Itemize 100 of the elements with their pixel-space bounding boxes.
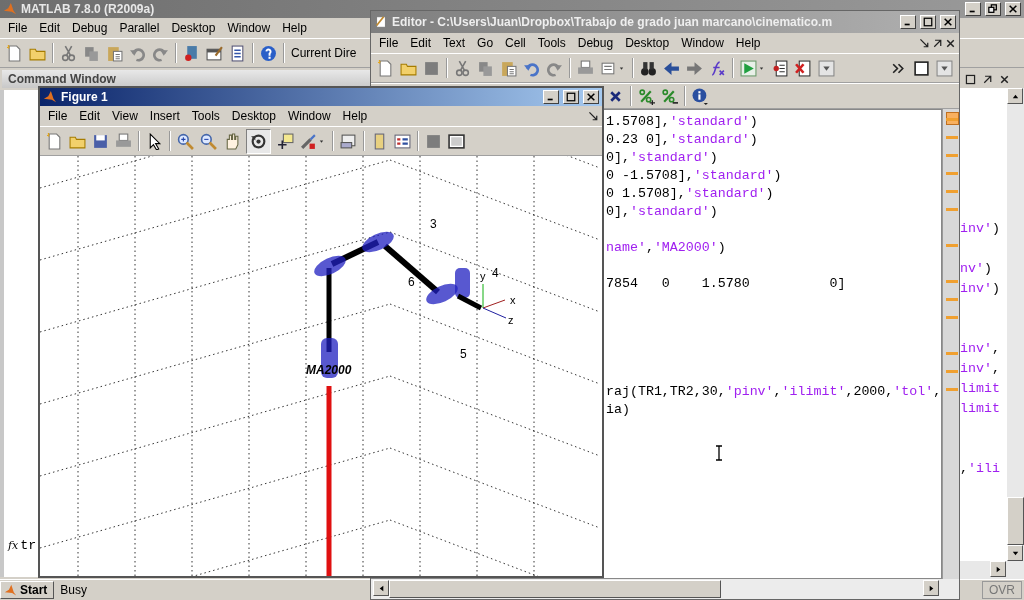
menu-item[interactable]: Go bbox=[471, 36, 500, 50]
scroll-left-button[interactable] bbox=[373, 580, 389, 596]
menu-item[interactable]: Edit bbox=[73, 109, 107, 123]
dropdown-icon[interactable] bbox=[936, 59, 953, 77]
scroll-up-button[interactable] bbox=[1007, 88, 1023, 104]
warning-marker[interactable] bbox=[946, 190, 959, 193]
scroll-down-button[interactable] bbox=[1007, 545, 1023, 561]
paste-icon[interactable] bbox=[106, 44, 123, 62]
function-prompt-icon[interactable]: fx bbox=[8, 539, 19, 552]
maximize-button[interactable] bbox=[985, 2, 1001, 16]
menu-item[interactable]: Help bbox=[276, 21, 313, 35]
save-icon[interactable] bbox=[92, 132, 109, 150]
function-icon[interactable] bbox=[709, 59, 726, 77]
clear-breakpoint-icon[interactable] bbox=[795, 59, 812, 77]
menu-item[interactable]: Debug bbox=[571, 36, 620, 50]
menu-item[interactable]: Text bbox=[437, 36, 472, 50]
menu-item[interactable]: Help bbox=[729, 36, 767, 50]
menu-item[interactable]: Desktop bbox=[619, 36, 676, 50]
legend-icon[interactable] bbox=[394, 132, 411, 150]
horizontal-scrollbar[interactable] bbox=[371, 579, 959, 599]
warning-marker[interactable] bbox=[946, 208, 959, 211]
back-arrow-icon[interactable] bbox=[663, 59, 680, 77]
help-icon[interactable] bbox=[260, 44, 277, 62]
warning-marker[interactable] bbox=[946, 388, 959, 391]
menu-item[interactable]: Insert bbox=[143, 109, 186, 123]
breakpoint-icon[interactable] bbox=[772, 59, 789, 77]
minimize-button[interactable] bbox=[543, 90, 559, 104]
cut-icon[interactable] bbox=[60, 44, 77, 62]
close-button[interactable] bbox=[583, 90, 599, 104]
zoom-out-icon[interactable] bbox=[200, 132, 217, 150]
plot-tools-icon[interactable] bbox=[448, 132, 465, 150]
percent-plus-icon[interactable] bbox=[638, 87, 655, 105]
print-icon[interactable] bbox=[577, 59, 594, 77]
dropdown-icon[interactable] bbox=[818, 59, 835, 77]
start-button[interactable]: Start bbox=[0, 581, 55, 599]
paste-icon[interactable] bbox=[500, 59, 517, 77]
warning-marker[interactable] bbox=[946, 298, 959, 301]
command-input[interactable]: tr bbox=[20, 538, 37, 553]
menu-item[interactable]: Window bbox=[281, 109, 337, 123]
print-icon[interactable] bbox=[115, 132, 132, 150]
warning-marker[interactable] bbox=[946, 154, 959, 157]
code-line: name','MA2000') bbox=[606, 239, 726, 255]
undock-arrow-icon[interactable] bbox=[587, 109, 600, 123]
zoom-in-icon[interactable] bbox=[177, 132, 194, 150]
info-icon[interactable] bbox=[692, 87, 709, 105]
model-icon[interactable] bbox=[183, 44, 200, 62]
new-file-icon[interactable] bbox=[6, 44, 23, 62]
minimize-button[interactable] bbox=[900, 15, 916, 29]
close-button[interactable] bbox=[1005, 2, 1021, 16]
menu-item[interactable]: Edit bbox=[33, 21, 67, 35]
warning-marker[interactable] bbox=[946, 118, 959, 121]
scrollbar-thumb[interactable] bbox=[1007, 497, 1024, 545]
new-file-icon[interactable] bbox=[377, 59, 394, 77]
menu-item[interactable]: Window bbox=[221, 21, 277, 35]
menu-item[interactable]: View bbox=[106, 109, 144, 123]
save-icon[interactable] bbox=[423, 59, 440, 77]
menu-item[interactable]: Edit bbox=[404, 36, 438, 50]
menu-item[interactable]: Desktop bbox=[225, 109, 282, 123]
run-icon[interactable] bbox=[740, 59, 757, 77]
menu-item[interactable]: Help bbox=[336, 109, 374, 123]
menu-item[interactable]: Tools bbox=[185, 109, 226, 123]
rotate-button[interactable] bbox=[246, 128, 271, 154]
menu-item[interactable]: Cell bbox=[499, 36, 532, 50]
vertical-scrollbar[interactable] bbox=[1007, 88, 1024, 561]
undock-arrow-icon[interactable] bbox=[918, 36, 931, 50]
close-button[interactable] bbox=[940, 15, 956, 29]
data-cursor-icon[interactable] bbox=[277, 132, 294, 150]
maximize-button[interactable] bbox=[920, 15, 936, 29]
warning-marker[interactable] bbox=[946, 244, 959, 247]
cut-icon[interactable] bbox=[454, 59, 471, 77]
menu-item[interactable]: Parallel bbox=[113, 21, 166, 35]
scrollbar-thumb[interactable] bbox=[389, 580, 721, 598]
menu-item[interactable]: Debug bbox=[66, 21, 114, 35]
square-icon[interactable] bbox=[913, 59, 930, 77]
warning-marker[interactable] bbox=[946, 136, 959, 139]
menu-item[interactable]: File bbox=[42, 109, 74, 123]
maximize-icon[interactable] bbox=[964, 72, 977, 86]
scroll-right-button[interactable] bbox=[990, 561, 1006, 577]
close-icon bbox=[586, 92, 596, 102]
scroll-right-button[interactable] bbox=[923, 580, 939, 596]
document-icon[interactable] bbox=[229, 44, 246, 62]
maximize-button[interactable] bbox=[563, 90, 579, 104]
menu-item[interactable]: File bbox=[2, 21, 34, 35]
warning-marker[interactable] bbox=[946, 172, 959, 175]
menu-item[interactable]: Tools bbox=[531, 36, 572, 50]
linked-plot-icon[interactable] bbox=[340, 132, 357, 150]
warning-marker[interactable] bbox=[946, 316, 959, 319]
menu-item[interactable]: File bbox=[373, 36, 405, 50]
minimize-button[interactable] bbox=[965, 2, 981, 16]
menu-item[interactable]: Window bbox=[675, 36, 730, 50]
window-edit-icon[interactable] bbox=[206, 44, 223, 62]
warning-marker[interactable] bbox=[946, 370, 959, 373]
new-file-icon[interactable] bbox=[46, 132, 63, 150]
warning-marker[interactable] bbox=[946, 280, 959, 283]
menu-item[interactable]: Desktop bbox=[165, 21, 222, 35]
maximize-icon bbox=[988, 4, 998, 14]
find-icon[interactable] bbox=[640, 59, 657, 77]
brush-icon[interactable] bbox=[300, 132, 317, 150]
warning-marker[interactable] bbox=[946, 352, 959, 355]
percent-minus-icon[interactable] bbox=[661, 87, 678, 105]
